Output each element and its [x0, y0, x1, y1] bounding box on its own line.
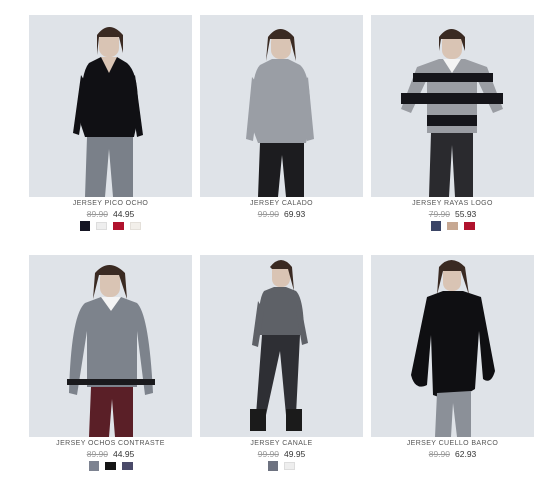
original-price: 89.90: [428, 449, 450, 459]
sale-price: 44.95: [113, 449, 135, 459]
product-name[interactable]: JERSEY CUELLO BARCO: [371, 440, 534, 447]
product-image[interactable]: [29, 15, 192, 197]
color-swatches: [29, 461, 192, 471]
model-figure: [250, 260, 308, 431]
color-swatches: [200, 461, 363, 471]
product-image[interactable]: [371, 255, 534, 437]
sale-price: 69.93: [284, 209, 306, 219]
product-name[interactable]: JERSEY CANALE: [200, 440, 363, 447]
original-price: 89.90: [86, 449, 108, 459]
color-swatch-grey-pattern[interactable]: [268, 461, 278, 471]
color-swatch-black[interactable]: [104, 462, 116, 470]
model-figure: [73, 27, 143, 197]
product-card[interactable]: JERSEY OCHOS CONTRASTE 89.90 44.95: [29, 255, 192, 475]
color-swatches: [29, 221, 192, 231]
product-name[interactable]: JERSEY RAYAS LOGO: [371, 200, 534, 207]
product-grid: JERSEY PICO OCHO 89.90 44.95 JERSEY CALAD…: [0, 0, 552, 483]
product-card[interactable]: JERSEY RAYAS LOGO 79.90 55.93: [371, 15, 534, 235]
color-swatch-beige[interactable]: [446, 222, 458, 230]
product-image[interactable]: [200, 255, 363, 437]
color-swatch-red[interactable]: [463, 222, 475, 230]
product-card[interactable]: JERSEY PICO OCHO 89.90 44.95: [29, 15, 192, 235]
product-price: 89.90 44.95: [29, 209, 192, 219]
original-price: 99.90: [257, 449, 279, 459]
product-image[interactable]: [29, 255, 192, 437]
product-price: 99.90 49.95: [200, 449, 363, 459]
product-name[interactable]: JERSEY CALADO: [200, 200, 363, 207]
color-swatch-grey-pattern[interactable]: [88, 461, 99, 471]
sale-price: 55.93: [455, 209, 477, 219]
sale-price: 49.95: [284, 449, 306, 459]
model-figure: [401, 29, 503, 197]
product-card[interactable]: JERSEY CANALE 99.90 49.95: [200, 255, 363, 475]
product-price: 89.90 44.95: [29, 449, 192, 459]
original-price: 99.90: [257, 209, 279, 219]
color-swatch-red[interactable]: [113, 222, 124, 230]
product-image[interactable]: [200, 15, 363, 197]
color-swatch-light-pattern[interactable]: [284, 462, 295, 470]
product-image[interactable]: [371, 15, 534, 197]
model-figure: [246, 29, 314, 197]
model-figure: [67, 265, 155, 437]
color-swatch-navy-pattern[interactable]: [430, 221, 441, 231]
product-price: 99.90 69.93: [200, 209, 363, 219]
product-card[interactable]: JERSEY CUELLO BARCO 89.90 62.93: [371, 255, 534, 475]
product-price: 79.90 55.93: [371, 209, 534, 219]
color-swatch-cream[interactable]: [130, 222, 141, 230]
model-figure: [411, 260, 495, 437]
sale-price: 44.95: [113, 209, 135, 219]
color-swatches: [371, 221, 534, 231]
product-name[interactable]: JERSEY OCHOS CONTRASTE: [29, 440, 192, 447]
original-price: 89.90: [86, 209, 108, 219]
color-swatch-black[interactable]: [80, 221, 90, 231]
product-price: 89.90 62.93: [371, 449, 534, 459]
product-name[interactable]: JERSEY PICO OCHO: [29, 200, 192, 207]
color-swatch-white-pattern[interactable]: [96, 222, 107, 230]
product-card[interactable]: JERSEY CALADO 99.90 69.93: [200, 15, 363, 235]
color-swatch-navy[interactable]: [121, 462, 133, 470]
original-price: 79.90: [428, 209, 450, 219]
sale-price: 62.93: [455, 449, 477, 459]
